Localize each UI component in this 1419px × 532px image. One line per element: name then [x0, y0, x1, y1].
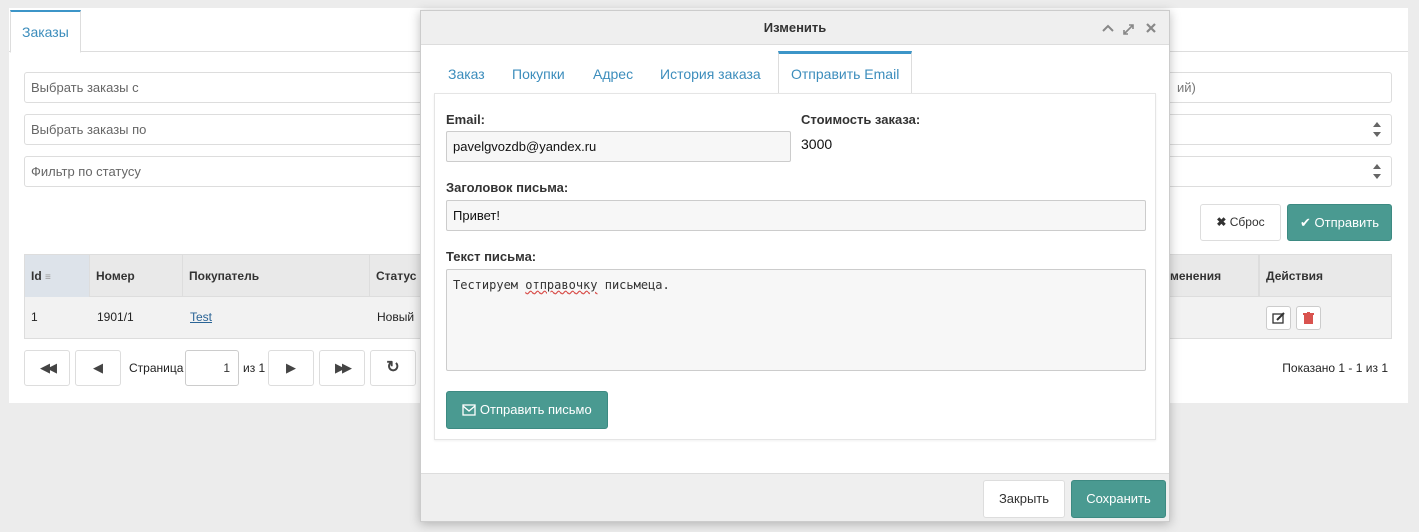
close-icon[interactable] [1142, 11, 1160, 45]
column-id-label: Id [31, 269, 42, 283]
select-arrows-icon [1373, 164, 1381, 179]
filter-right-fragment: ий) [1177, 80, 1196, 95]
dialog-header[interactable]: Изменить [421, 11, 1169, 45]
cost-value: 3000 [801, 136, 833, 152]
last-page-button[interactable]: ▶▶ [319, 350, 365, 386]
right-arrow-icon: ▶ [286, 360, 296, 375]
select-arrows-icon [1373, 122, 1381, 137]
edit-button[interactable] [1266, 306, 1291, 330]
email-field[interactable]: pavelgvozdb@yandex.ru [446, 131, 791, 162]
dialog-tabs: Заказ Покупки Адрес История заказа Отпра… [421, 51, 1169, 94]
cell-customer: Test [184, 297, 212, 338]
edit-icon [1272, 312, 1285, 324]
close-icon: ✖ [1216, 215, 1227, 229]
column-header-customer[interactable]: Покупатель [183, 255, 370, 297]
subject-field[interactable]: Привет! [446, 200, 1146, 231]
sort-icon: ≡ [45, 272, 51, 283]
envelope-icon [462, 404, 476, 416]
tab-orders[interactable]: Заказы [10, 10, 81, 53]
submit-button[interactable]: ✔ Отправить [1287, 204, 1392, 241]
collapse-icon[interactable] [1099, 11, 1117, 45]
next-page-button[interactable]: ▶ [268, 350, 314, 386]
prev-page-button[interactable]: ◀ [75, 350, 121, 386]
refresh-button[interactable]: ↻ [370, 350, 416, 386]
tab-purchases[interactable]: Покупки [500, 51, 577, 94]
double-right-arrow-icon: ▶▶ [335, 360, 352, 375]
body-label: Текст письма: [446, 249, 537, 264]
body-text-start: Тестируем [453, 278, 526, 292]
send-email-panel: Email: pavelgvozdb@yandex.ru Стоимость з… [434, 93, 1156, 440]
cell-number: 1901/1 [97, 310, 134, 324]
column-header-id[interactable]: Id ≡ [25, 255, 90, 297]
submit-label: Отправить [1314, 215, 1379, 230]
page-label: Страница [129, 361, 184, 375]
check-icon: ✔ [1300, 215, 1311, 230]
tab-order[interactable]: Заказ [436, 51, 497, 94]
double-left-arrow-icon: ◀◀ [40, 360, 57, 375]
send-email-button[interactable]: Отправить письмо [446, 391, 608, 429]
column-header-changed[interactable]: менения [1170, 255, 1259, 297]
tab-send-email[interactable]: Отправить Email [778, 51, 913, 94]
save-button[interactable]: Сохранить [1071, 480, 1166, 518]
email-label: Email: [446, 112, 486, 127]
cost-label: Стоимость заказа: [801, 112, 921, 127]
body-textarea[interactable]: Тестируем отправочку письмеца. [446, 269, 1146, 371]
body-text-misspelled: отправочку [525, 278, 598, 292]
refresh-icon: ↻ [386, 359, 400, 376]
page-input[interactable]: 1 [185, 350, 239, 386]
page-count: из 1 [243, 361, 266, 375]
customer-link[interactable]: Test [190, 310, 212, 324]
orders-to-placeholder: Выбрать заказы по [31, 122, 147, 137]
subject-label: Заголовок письма: [446, 180, 569, 195]
records-shown: Показано 1 - 1 из 1 [1282, 361, 1388, 375]
edit-order-dialog: Изменить Заказ Покупки Адрес История зак… [420, 10, 1170, 522]
left-arrow-icon: ◀ [93, 360, 103, 375]
body-text-end: письмеца. [597, 278, 670, 292]
cell-status: Новый [377, 310, 415, 324]
send-email-label: Отправить письмо [479, 402, 592, 417]
dialog-footer: Закрыть Сохранить [421, 473, 1169, 521]
dialog-title: Изменить [763, 20, 827, 35]
close-button[interactable]: Закрыть [983, 480, 1065, 518]
tab-address[interactable]: Адрес [581, 51, 645, 94]
tab-order-history[interactable]: История заказа [648, 51, 773, 94]
first-page-button[interactable]: ◀◀ [24, 350, 70, 386]
trash-icon [1303, 312, 1314, 324]
maximize-icon[interactable] [1120, 11, 1138, 45]
cell-id: 1 [31, 310, 38, 324]
reset-label: Сброс [1229, 215, 1265, 229]
column-header-number[interactable]: Номер [90, 255, 183, 297]
reset-button[interactable]: ✖ Сброс [1200, 204, 1281, 241]
column-header-actions: Действия [1259, 255, 1393, 297]
status-filter-placeholder: Фильтр по статусу [31, 164, 141, 179]
delete-button[interactable] [1296, 306, 1321, 330]
orders-from-placeholder: Выбрать заказы с [31, 80, 139, 95]
